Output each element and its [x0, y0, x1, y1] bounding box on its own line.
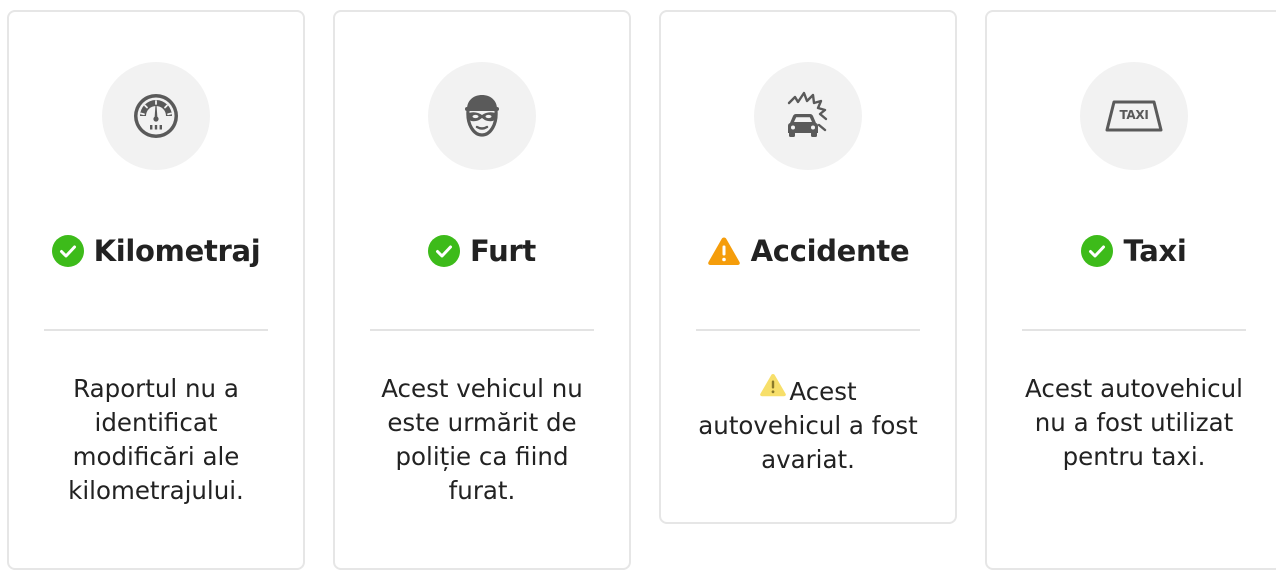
taxi-sign-text: TAXI	[1119, 108, 1149, 122]
report-card-kilometraj: Kilometraj Raportul nu a identificat mod…	[7, 10, 305, 570]
divider	[1022, 329, 1246, 331]
card-description: Acest autovehicul a fost avariat.	[692, 372, 924, 477]
card-title-row: Furt	[335, 234, 629, 268]
taxi-sign-icon: TAXI	[1104, 98, 1164, 134]
card-title: Accidente	[750, 234, 910, 268]
card-description: Raportul nu a identificat modificări ale…	[68, 374, 244, 505]
icon-circle	[102, 62, 210, 170]
card-title: Furt	[470, 234, 536, 268]
card-title: Kilometraj	[93, 234, 261, 268]
divider	[44, 329, 268, 331]
card-title-row: Accidente	[661, 234, 955, 268]
icon-circle: TAXI	[1080, 62, 1188, 170]
icon-circle	[428, 62, 536, 170]
card-title-row: Taxi	[987, 234, 1276, 268]
divider	[696, 329, 920, 331]
check-circle-icon	[51, 235, 84, 267]
check-circle-icon	[1081, 235, 1114, 267]
odometer-icon	[131, 91, 181, 141]
warning-triangle-icon	[707, 236, 741, 266]
report-card-taxi: TAXI Taxi Acest autovehicul nu a fost ut…	[985, 10, 1276, 570]
card-description: Acest vehicul nu este urmărit de poliție…	[381, 374, 583, 505]
card-description-text: Acest autovehicul a fost avariat.	[698, 377, 918, 474]
card-title: Taxi	[1123, 234, 1187, 268]
icon-circle	[754, 62, 862, 170]
check-circle-icon	[428, 235, 460, 267]
card-title-row: Kilometraj	[9, 234, 303, 268]
thief-mask-icon	[457, 91, 507, 141]
card-description: Acest autovehicul nu a fost utilizat pen…	[1025, 374, 1243, 471]
car-crash-icon	[781, 89, 835, 143]
report-card-accidente: Accidente Acest autovehicul a fost avari…	[659, 10, 957, 524]
warning-small-icon	[759, 372, 787, 406]
report-card-furt: Furt Acest vehicul nu este urmărit de po…	[333, 10, 631, 570]
divider	[370, 329, 594, 331]
